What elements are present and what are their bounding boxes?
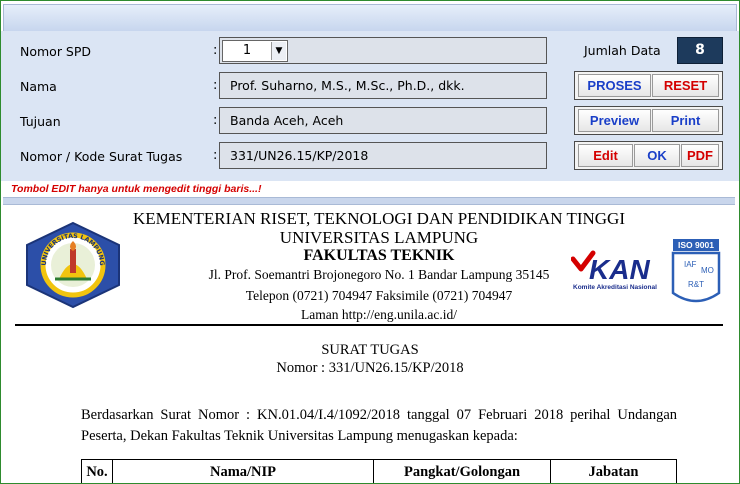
document-preview: UNIVERSITAS LAMPUNG KEMENTERIAN RISET, T… xyxy=(1,205,739,483)
tujuan-label: Tujuan xyxy=(20,114,61,129)
top-toolbar-strip xyxy=(3,4,737,32)
kan-logo: KAN Komite Akreditasi Nasional xyxy=(570,245,671,295)
jumlah-data-value: 8 xyxy=(677,37,723,64)
reset-button[interactable]: RESET xyxy=(652,74,719,97)
iso-9001-logo: ISO 9001 IAF MO R&T xyxy=(669,237,725,313)
surat-tugas-field[interactable]: 331/UN26.15/KP/2018 xyxy=(219,142,547,169)
edit-button[interactable]: Edit xyxy=(578,144,633,167)
kan-logo-text: KAN xyxy=(589,254,650,285)
nomor-spd-label: Nomor SPD xyxy=(20,44,92,59)
dropdown-arrow-icon[interactable]: ▼ xyxy=(271,42,286,60)
pdf-button[interactable]: PDF xyxy=(681,144,719,167)
proses-reset-group: PROSES RESET xyxy=(574,71,723,100)
preview-print-group: Preview Print xyxy=(574,106,723,135)
letterhead-ministry: KEMENTERIAN RISET, TEKNOLOGI DAN PENDIDI… xyxy=(133,209,625,228)
kan-caption: Komite Akreditasi Nasional xyxy=(573,284,657,291)
colon: : xyxy=(213,113,218,128)
table-header-nama: Nama/NIP xyxy=(112,459,374,483)
proses-button[interactable]: PROSES xyxy=(578,74,651,97)
document-number: Nomor : 331/UN26.15/KP/2018 xyxy=(276,360,464,376)
app-window: Nomor SPD Nama Tujuan Nomor / Kode Surat… xyxy=(0,0,740,484)
surat-tugas-label: Nomor / Kode Surat Tugas xyxy=(20,149,183,164)
iso-inner-2: MO xyxy=(701,266,714,275)
iso-inner-3: R&T xyxy=(688,280,704,289)
letterhead-rule xyxy=(15,324,723,326)
table-header-no: No. xyxy=(81,459,113,483)
jumlah-data-label: Jumlah Data xyxy=(584,43,661,58)
iso-inner-1: IAF xyxy=(684,260,697,269)
preview-button[interactable]: Preview xyxy=(578,109,651,132)
letterhead-web: Laman http://eng.unila.ac.id/ xyxy=(301,307,457,322)
table-header-pangkat: Pangkat/Golongan xyxy=(373,459,551,483)
nama-field[interactable]: Prof. Suharno, M.S., M.Sc., Ph.D., dkk. xyxy=(219,72,547,99)
edit-ok-pdf-group: Edit OK PDF xyxy=(574,141,723,170)
table-header-jabatan: Jabatan xyxy=(550,459,677,483)
document-title: SURAT TUGAS xyxy=(321,342,419,358)
tujuan-field[interactable]: Banda Aceh, Aceh xyxy=(219,107,547,134)
edit-hint-text: Tombol EDIT hanya untuk mengedit tinggi … xyxy=(11,183,262,195)
nomor-spd-value: 1 xyxy=(242,43,252,58)
colon: : xyxy=(213,78,218,93)
ok-button[interactable]: OK xyxy=(634,144,680,167)
nama-label: Nama xyxy=(20,79,57,94)
section-divider xyxy=(3,197,735,205)
colon: : xyxy=(213,43,218,58)
colon: : xyxy=(213,148,218,163)
print-button[interactable]: Print xyxy=(652,109,719,132)
iso-text: ISO 9001 xyxy=(678,240,714,250)
nomor-spd-dropdown[interactable]: 1 ▼ xyxy=(222,40,288,62)
document-body: Berdasarkan Surat Nomor : KN.01.04/I.4/1… xyxy=(81,407,677,444)
